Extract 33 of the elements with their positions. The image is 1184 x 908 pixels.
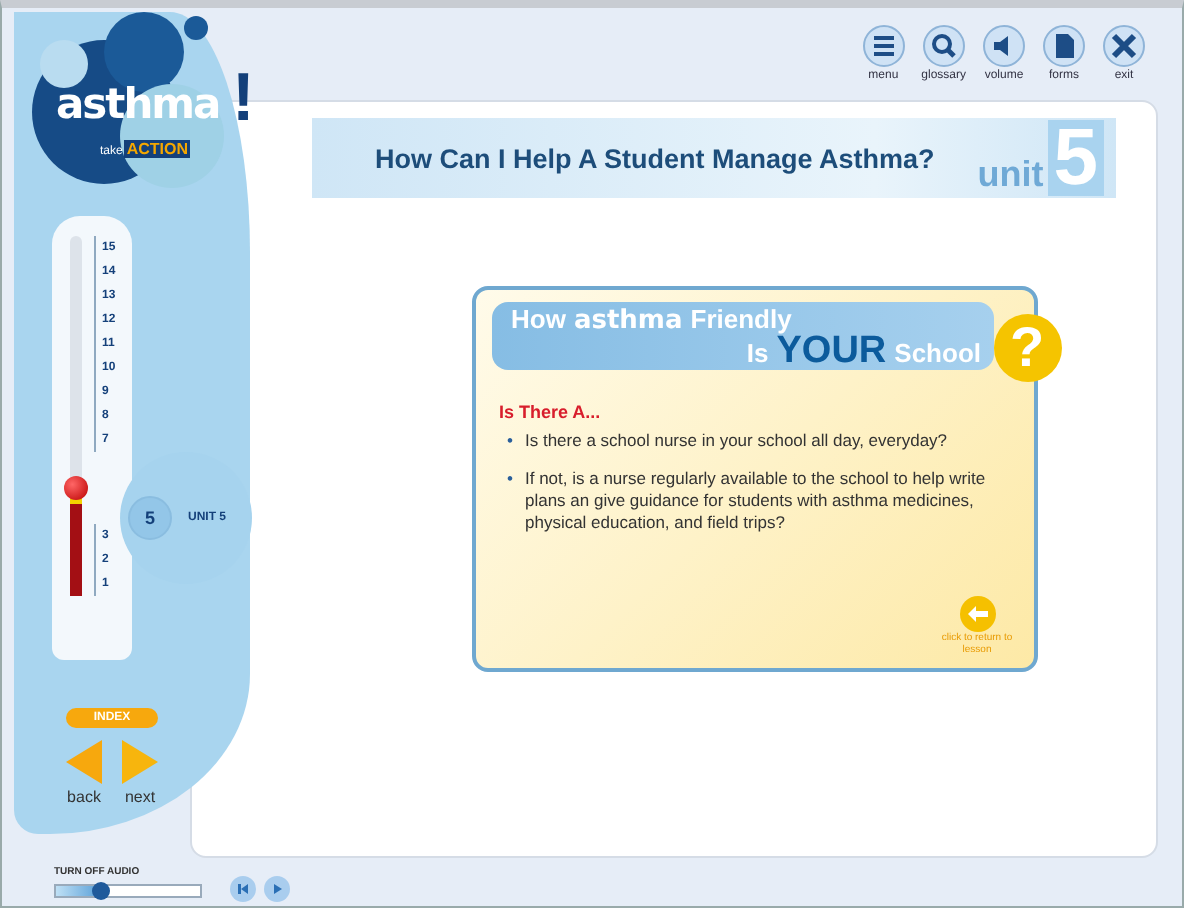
card-subtitle: Is There A...	[499, 402, 603, 422]
logo-tagline: ACTION	[124, 140, 191, 158]
slider-thumb[interactable]	[91, 881, 110, 899]
heading-word: Is	[746, 338, 769, 368]
unit-number: 5	[128, 496, 172, 540]
back-button[interactable]: back	[66, 740, 102, 806]
document-icon	[1042, 24, 1086, 68]
heading-word: asthma	[573, 306, 683, 336]
unit-word: unit	[977, 154, 1044, 196]
search-icon	[921, 24, 966, 68]
bullet-marker: •	[507, 430, 513, 452]
triangle-left-icon	[66, 740, 102, 784]
triangle-right-icon	[122, 740, 158, 784]
next-button[interactable]: next	[122, 740, 158, 806]
question-badge: ?	[993, 314, 1061, 382]
bullet-text: If not, is a nurse regularly available to the school to help write plans an give guidance for students with asthma medicines, physical education, and field trips?	[524, 468, 988, 534]
menu-icon	[861, 24, 906, 68]
bullet-marker: •	[507, 468, 513, 492]
heading-word: Friendly	[690, 304, 792, 334]
rewind-button[interactable]	[230, 875, 256, 901]
audio-slider[interactable]	[54, 881, 202, 899]
page-title: How Can I Help A Student Manage Asthma?	[372, 143, 937, 173]
mercury-bulb-icon	[64, 476, 88, 500]
unit-number: 5	[1047, 120, 1104, 196]
close-icon	[1102, 24, 1146, 68]
arrow-left-icon	[959, 596, 995, 632]
logo-exclamation: !	[232, 60, 255, 138]
heading-word: YOUR	[776, 336, 887, 366]
heading-word: How	[511, 304, 566, 334]
heading-word: School	[894, 338, 981, 368]
bullet-text: Is there a school nurse in your school all day, everyday?	[524, 430, 948, 452]
play-button[interactable]	[264, 875, 290, 901]
volume-icon	[982, 24, 1026, 68]
